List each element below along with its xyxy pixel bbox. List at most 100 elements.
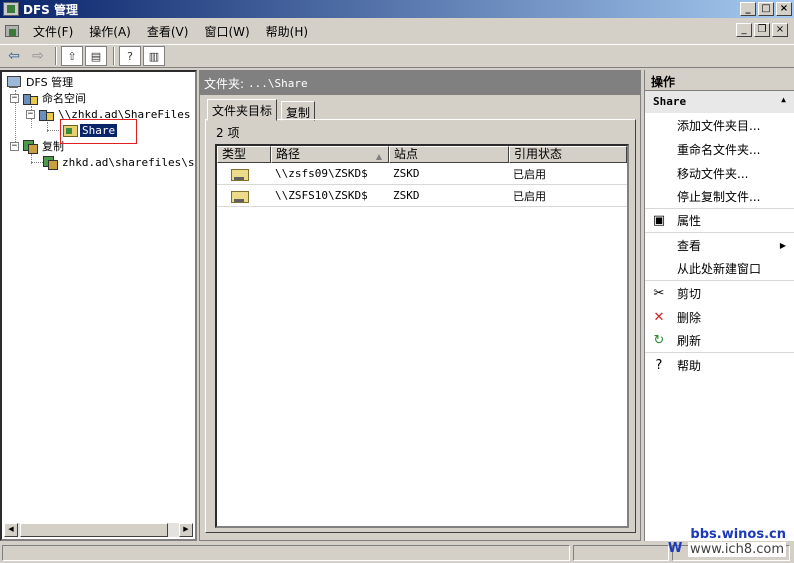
console-tree: DFS 管理 − 命名空间 − \\zhkd.ad\ShareFiles Sha… — [0, 70, 197, 541]
up-folder-icon[interactable]: ⇧ — [61, 46, 83, 66]
tab-panel: 2 项 类型 路径 ▲ 站点 引用状态 \\zsfs09\ZSKD$ ZSKD … — [205, 119, 636, 533]
menu-action[interactable]: 操作(A) — [81, 23, 139, 40]
tree-item-replication-group[interactable]: zhkd.ad\sharefiles\sha — [42, 154, 197, 170]
cut-icon: ✂ — [653, 285, 665, 301]
tab-replication[interactable]: 复制 — [281, 101, 316, 121]
action-label: 删除 — [677, 310, 702, 325]
action-label: 从此处新建窗口 — [677, 262, 762, 276]
action-help[interactable]: ? 帮助 — [645, 353, 794, 377]
action-refresh[interactable]: ↻ 刷新 — [645, 329, 794, 353]
watermark-line1: bbs.winos.cn — [690, 527, 786, 542]
action-label: 属性 — [677, 214, 702, 228]
action-stop-replication[interactable]: 停止复制文件... — [645, 185, 794, 209]
header-label: 文件夹: — [204, 76, 245, 91]
tree-item-replication[interactable]: − 复制 — [10, 138, 66, 154]
tree-item-label: 命名空间 — [42, 92, 86, 105]
menu-help[interactable]: 帮助(H) — [258, 23, 316, 40]
action-label: 重命名文件夹... — [677, 142, 761, 157]
column-type[interactable]: 类型 — [217, 146, 271, 163]
action-label: 剪切 — [677, 286, 702, 301]
action-label: 查看 — [677, 238, 702, 253]
minimize-button[interactable]: _ — [740, 2, 756, 16]
actions-group-share[interactable]: Share ▲ — [645, 91, 794, 113]
tree-item-label: zhkd.ad\sharefiles\sha — [62, 155, 197, 169]
toolbar: ⇦ ⇨ ⇧ ▤ ? ▥ — [0, 44, 794, 68]
forward-icon[interactable]: ⇨ — [27, 46, 49, 66]
show-hide-tree-icon[interactable]: ▤ — [85, 46, 107, 66]
dfs-management-icon — [6, 75, 22, 89]
path-cell: \\ZSFS10\ZSKD$ — [275, 189, 368, 202]
action-add-folder-target[interactable]: 添加文件夹目... — [645, 113, 794, 137]
tab-folder-targets[interactable]: 文件夹目标 — [207, 99, 278, 121]
maximize-button[interactable]: □ — [758, 2, 774, 16]
action-cut[interactable]: ✂ 剪切 — [645, 281, 794, 305]
mdi-close-button[interactable]: × — [772, 23, 788, 37]
action-new-window[interactable]: 从此处新建窗口 — [645, 257, 794, 281]
menu-bar: 文件(F) 操作(A) 查看(V) 窗口(W) 帮助(H) _ ❐ × — [0, 20, 794, 42]
namespace-icon — [22, 91, 38, 105]
type-cell — [217, 167, 271, 181]
action-pane-icon[interactable]: ▥ — [143, 46, 165, 66]
site-cell: ZSKD — [393, 167, 420, 180]
collapse-up-icon[interactable]: ▲ — [781, 95, 786, 109]
tree-item-dfs-root[interactable]: DFS 管理 — [6, 74, 75, 90]
action-properties[interactable]: ▣ 属性 — [645, 209, 794, 233]
actions-pane: 操作 Share ▲ 添加文件夹目... 重命名文件夹... 移动文件夹... … — [644, 70, 794, 541]
table-row[interactable]: \\zsfs09\ZSKD$ ZSKD 已启用 — [217, 163, 627, 185]
properties-help-icon[interactable]: ? — [119, 46, 141, 66]
toolbar-separator — [55, 47, 57, 65]
folder-target-icon — [231, 189, 249, 203]
collapse-icon[interactable]: − — [10, 141, 19, 151]
help-icon: ? — [655, 357, 663, 373]
status-cell-main — [2, 545, 570, 561]
watermark-line2: www.ich8.com — [687, 542, 786, 557]
replication-group-icon — [42, 155, 58, 170]
window-title: DFS 管理 — [23, 2, 78, 17]
scroll-left-icon[interactable]: ◀ — [4, 523, 18, 537]
mdi-restore-button[interactable]: ❐ — [754, 23, 770, 37]
toolbar-separator — [113, 47, 115, 65]
collapse-icon[interactable]: − — [10, 93, 19, 103]
status-cell-secondary — [573, 545, 669, 561]
table-row[interactable]: \\ZSFS10\ZSKD$ ZSKD 已启用 — [217, 185, 627, 207]
details-pane: 文件夹: ...\Share 文件夹目标 复制 2 项 类型 路径 ▲ 站点 引… — [199, 70, 641, 541]
action-label: 刷新 — [677, 334, 702, 348]
tree-item-namespaces[interactable]: − 命名空间 — [10, 90, 88, 106]
action-view[interactable]: 查看 ▶ — [645, 233, 794, 257]
action-label: 添加文件夹目... — [677, 118, 761, 133]
collapse-icon[interactable]: − — [26, 109, 35, 119]
column-label: 路径 — [276, 147, 301, 161]
properties-icon: ▣ — [652, 213, 666, 228]
site-cell: ZSKD — [393, 189, 420, 202]
type-cell — [217, 189, 271, 203]
action-label: 帮助 — [677, 358, 702, 373]
action-delete[interactable]: ✕ 删除 — [645, 305, 794, 329]
folder-targets-list: 类型 路径 ▲ 站点 引用状态 \\zsfs09\ZSKD$ ZSKD 已启用 … — [215, 144, 629, 528]
scroll-right-icon[interactable]: ▶ — [179, 523, 193, 537]
status-cell: 已启用 — [513, 189, 546, 203]
list-header: 类型 路径 ▲ 站点 引用状态 — [217, 146, 627, 163]
action-label: 停止复制文件... — [677, 190, 761, 204]
title-bar: DFS 管理 _ □ × — [0, 0, 794, 18]
column-path[interactable]: 路径 ▲ — [271, 146, 389, 163]
refresh-icon: ↻ — [653, 333, 665, 348]
highlight-box — [60, 119, 137, 144]
close-button[interactable]: × — [776, 2, 792, 16]
actions-title: 操作 — [645, 70, 794, 91]
mmc-document-icon[interactable] — [3, 22, 21, 40]
sort-ascending-icon: ▲ — [375, 152, 382, 161]
column-site[interactable]: 站点 — [389, 146, 509, 163]
dfs-app-icon — [3, 2, 19, 16]
path-cell: \\zsfs09\ZSKD$ — [275, 167, 368, 180]
action-rename-folder[interactable]: 重命名文件夹... — [645, 137, 794, 161]
back-icon[interactable]: ⇦ — [3, 46, 25, 66]
menu-view[interactable]: 查看(V) — [139, 23, 197, 40]
mdi-minimize-button[interactable]: _ — [736, 23, 752, 37]
menu-window[interactable]: 窗口(W) — [196, 23, 257, 40]
menu-file[interactable]: 文件(F) — [25, 23, 81, 40]
scroll-thumb[interactable] — [20, 523, 168, 537]
column-referral-status[interactable]: 引用状态 — [509, 146, 627, 163]
action-move-folder[interactable]: 移动文件夹... — [645, 161, 794, 185]
namespace-icon — [38, 107, 54, 121]
horizontal-scrollbar[interactable]: ◀ ▶ — [4, 523, 193, 537]
